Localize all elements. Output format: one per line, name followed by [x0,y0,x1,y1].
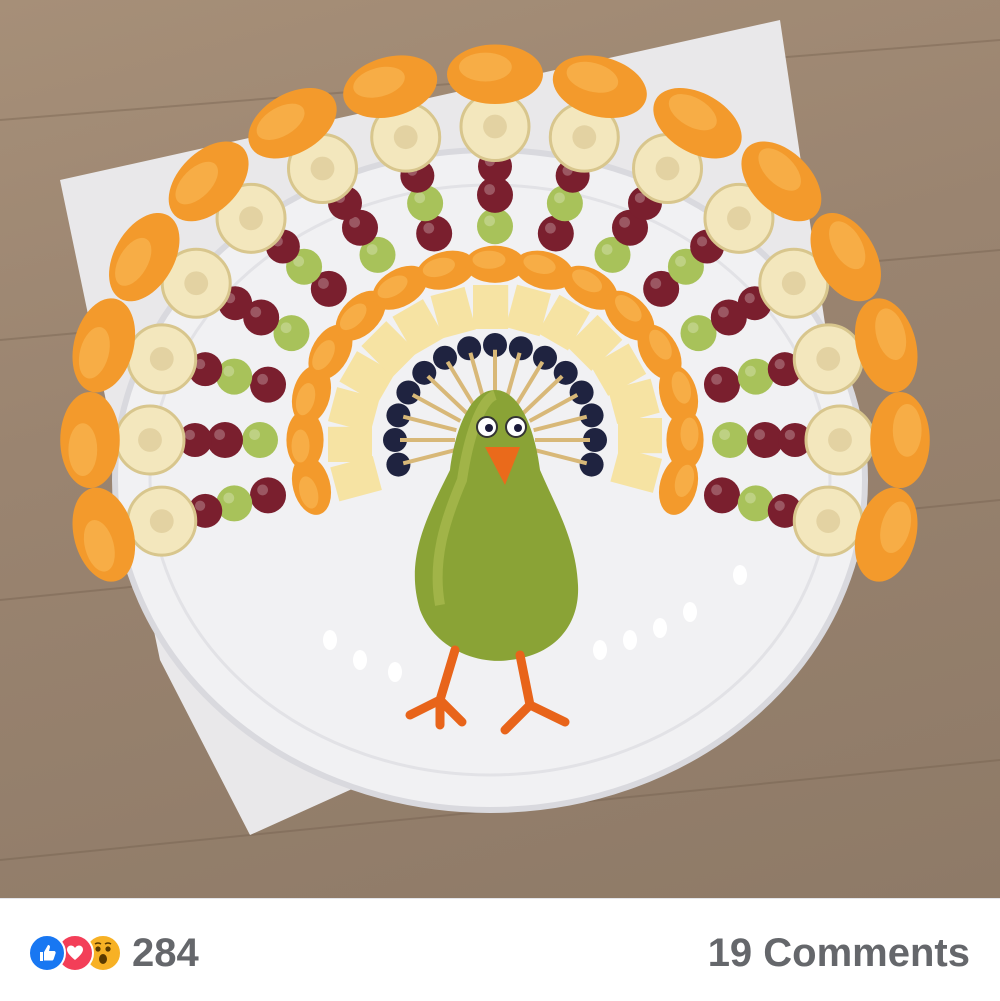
reaction-count: 284 [132,931,199,975]
fruit-peacock-image [0,20,1000,861]
comments-link[interactable]: 19 Comments [708,933,970,973]
reactions-summary[interactable]: 284 [28,933,199,973]
post-photo[interactable] [0,0,1000,898]
like-icon [28,934,66,972]
post-footer: 284 19 Comments [0,898,1000,1001]
